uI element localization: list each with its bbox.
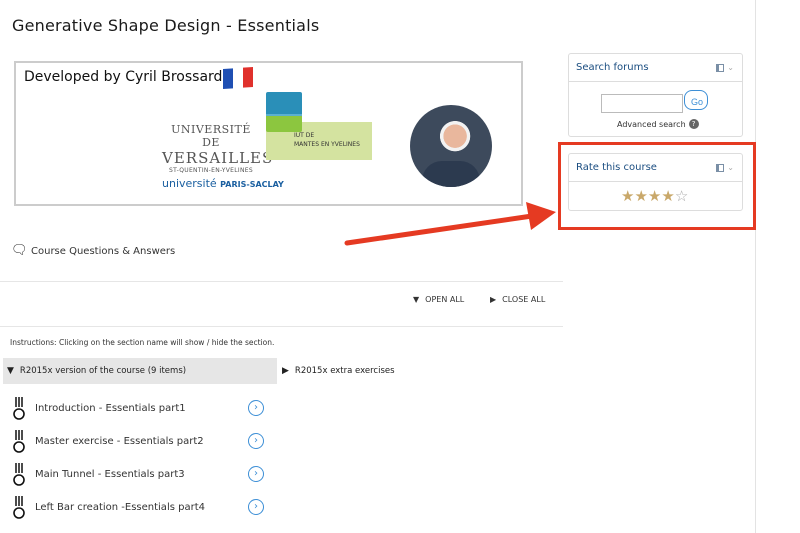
annotation-arrow xyxy=(344,202,556,246)
